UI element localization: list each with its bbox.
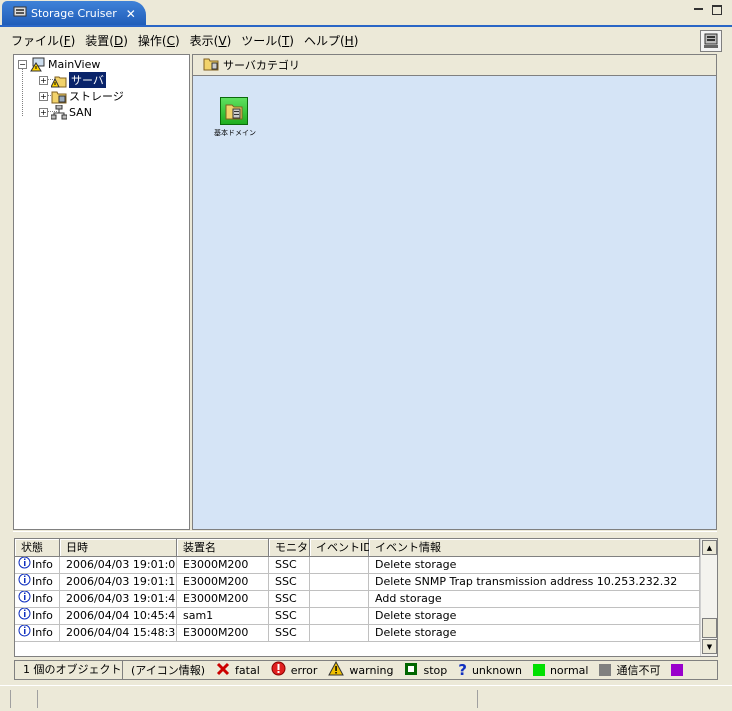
content-pane: サーバカテゴリ 基本ドメイン	[192, 54, 717, 530]
title-tab-strip: Storage Cruiser ✕	[0, 0, 732, 26]
legend-title: (アイコン情報)	[131, 664, 206, 677]
tree-label: ストレージ	[69, 90, 124, 103]
legend-stop-label: stop	[423, 663, 448, 677]
menu-device[interactable]: 装置(D)	[80, 32, 133, 49]
server-warning-folder-icon	[50, 73, 67, 88]
event-table: 状態 日時 装置名 モニタ イベントID イベント情報 Info 2006/04…	[14, 538, 718, 657]
legend-normal-label: normal	[549, 663, 589, 677]
legend-unknown-label: unknown	[471, 663, 522, 677]
purple-swatch	[671, 664, 684, 676]
pane-header: サーバカテゴリ	[193, 55, 716, 75]
tree-node-san[interactable]: + SAN	[39, 104, 92, 120]
minimize-icon[interactable]	[693, 4, 705, 16]
column-header-state[interactable]: 状態	[15, 539, 60, 557]
column-header-monitor[interactable]: モニタ	[269, 539, 310, 557]
stop-square-icon	[404, 662, 418, 679]
category-view: 基本ドメイン	[193, 75, 716, 529]
tree-node-server[interactable]: + サーバ	[39, 72, 106, 88]
info-icon	[18, 557, 31, 573]
table-row[interactable]: Info 2006/04/03 19:01:10 E3000M200 SSC D…	[15, 574, 700, 591]
tab-close-icon[interactable]: ✕	[126, 7, 136, 21]
table-row[interactable]: Info 2006/04/03 19:01:43 E3000M200 SSC A…	[15, 591, 700, 608]
app-icon	[12, 5, 28, 22]
mainview-icon	[30, 57, 46, 72]
column-header-event-info[interactable]: イベント情報	[369, 539, 700, 557]
scroll-thumb[interactable]	[702, 618, 717, 638]
legend-fatal-label: fatal	[235, 663, 260, 677]
expand-icon[interactable]: +	[39, 91, 48, 101]
info-icon	[18, 591, 31, 607]
menubar: ファイル(F) 装置(D) 操作(C) 表示(V) ツール(T) ヘルプ(H)	[6, 28, 726, 52]
tree-label: MainView	[48, 57, 101, 71]
unknown-question-icon: ?	[458, 661, 467, 679]
san-network-icon	[50, 104, 68, 120]
normal-swatch	[532, 664, 545, 676]
column-header-datetime[interactable]: 日時	[60, 539, 177, 557]
tree-label: サーバ	[69, 72, 106, 88]
menu-operation[interactable]: 操作(C)	[133, 32, 185, 49]
error-circle-icon	[271, 661, 286, 679]
status-separator	[477, 690, 478, 708]
tab-underline	[0, 25, 732, 27]
storage-folder-icon	[51, 89, 67, 104]
legend-error-label: error	[290, 663, 318, 677]
menu-help[interactable]: ヘルプ(H)	[299, 32, 363, 49]
view-tab[interactable]: Storage Cruiser ✕	[2, 1, 146, 26]
window-title: Storage Cruiser	[31, 7, 117, 20]
tree-pane: − MainView + サーバ + ストレージ + SAN	[13, 54, 190, 530]
info-icon	[18, 625, 31, 641]
application-window: Storage Cruiser ✕ ファイル(F) 装置(D) 操作(C) 表示…	[0, 0, 732, 711]
event-table-scrollbar[interactable]: ▲ ▼	[700, 539, 717, 656]
column-header-event-id[interactable]: イベントID	[310, 539, 372, 557]
scroll-down-icon[interactable]: ▼	[702, 639, 717, 654]
no-comm-swatch	[599, 664, 612, 676]
menu-tools[interactable]: ツール(T)	[236, 32, 299, 49]
category-folder-icon	[203, 57, 219, 74]
tree-line	[22, 68, 23, 116]
scroll-up-icon[interactable]: ▲	[702, 540, 717, 555]
horizontal-splitter[interactable]	[13, 531, 717, 536]
table-row[interactable]: Info 2006/04/04 15:48:33 E3000M200 SSC D…	[15, 625, 700, 642]
legend-no-comm-label: 通信不可	[616, 664, 661, 677]
menu-view[interactable]: 表示(V)	[185, 32, 237, 49]
table-header: 状態 日時 装置名 モニタ イベントID イベント情報	[15, 539, 700, 557]
domain-label: 基本ドメイン	[214, 129, 256, 137]
storage-device-icon[interactable]	[700, 30, 722, 52]
bottom-status-strip	[0, 685, 732, 711]
table-row[interactable]: Info 2006/04/03 19:01:07 E3000M200 SSC D…	[15, 557, 700, 574]
fatal-x-icon	[216, 662, 230, 679]
legend-warning-label: warning	[349, 663, 394, 677]
maximize-icon[interactable]	[712, 5, 722, 15]
info-icon	[18, 608, 31, 624]
table-row[interactable]: Info 2006/04/04 10:45:40 sam1 SSC Delete…	[15, 608, 700, 625]
domain-item[interactable]: 基本ドメイン	[214, 97, 256, 138]
column-header-device[interactable]: 装置名	[177, 539, 269, 557]
icon-legend: (アイコン情報) fatal error warning stop ? unkn…	[123, 660, 684, 679]
status-separator	[10, 690, 11, 708]
expand-icon[interactable]: +	[39, 75, 48, 85]
menu-file[interactable]: ファイル(F)	[6, 32, 80, 49]
status-separator	[37, 690, 38, 708]
object-count: 1 個のオブジェクト	[15, 661, 123, 679]
table-rows: Info 2006/04/03 19:01:07 E3000M200 SSC D…	[15, 557, 700, 642]
tree-label: SAN	[69, 105, 92, 119]
tree-node-mainview[interactable]: − MainView	[18, 56, 100, 72]
tree-node-storage[interactable]: + ストレージ	[39, 88, 124, 104]
status-bar: 1 個のオブジェクト (アイコン情報) fatal error warning …	[14, 660, 718, 680]
expand-icon[interactable]: +	[39, 107, 48, 117]
warning-triangle-icon	[328, 660, 345, 679]
domain-folder-icon	[220, 97, 248, 125]
collapse-icon[interactable]: −	[18, 59, 27, 69]
info-icon	[18, 574, 31, 590]
pane-title: サーバカテゴリ	[223, 59, 300, 72]
